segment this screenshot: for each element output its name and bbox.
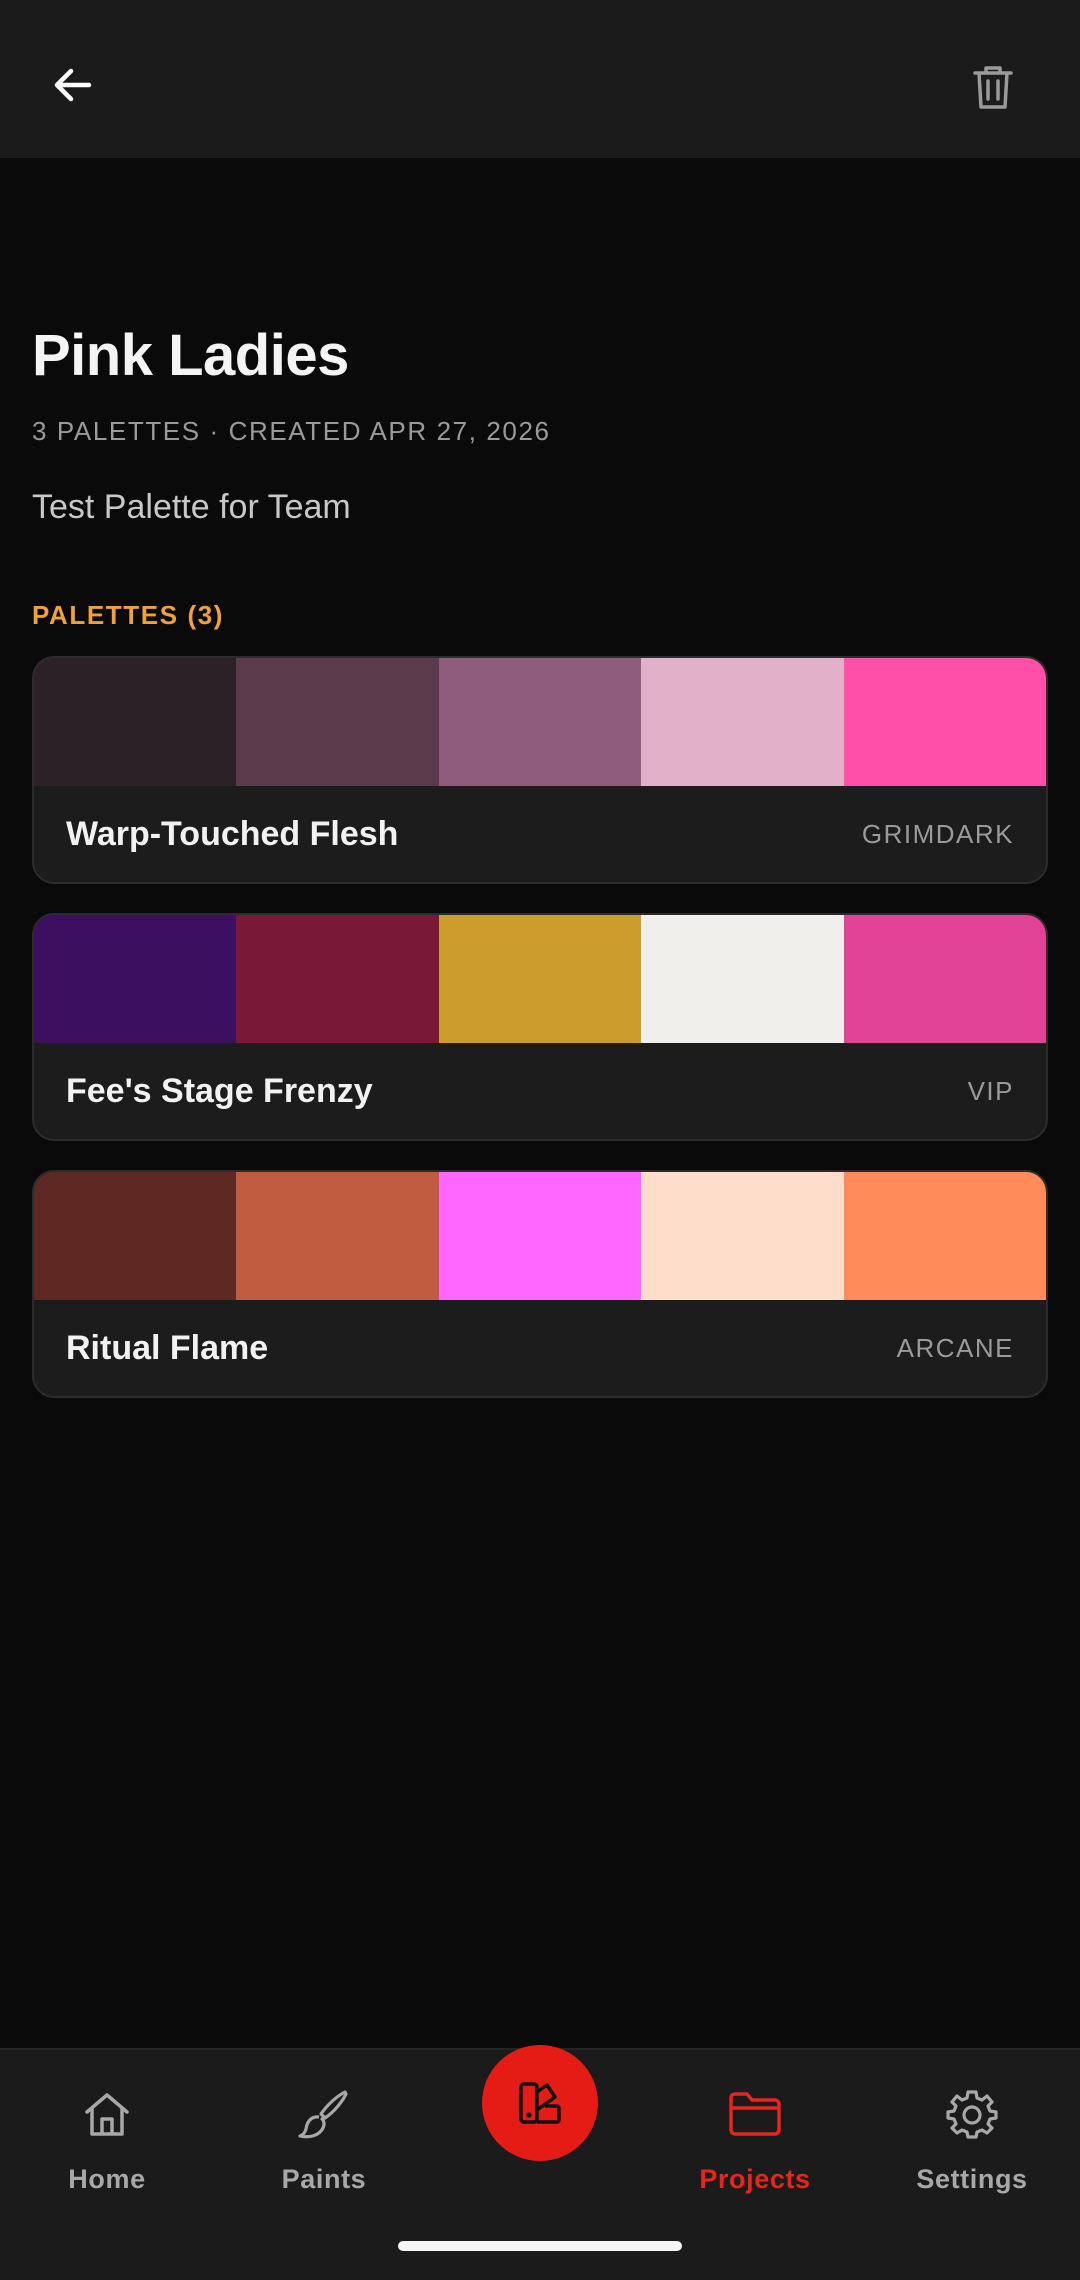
palette-card[interactable]: Ritual Flame ARCANE — [32, 1170, 1048, 1398]
palette-tag: GRIMDARK — [861, 818, 1014, 849]
color-swatch — [438, 1172, 642, 1300]
palette-card[interactable]: Warp-Touched Flesh GRIMDARK — [32, 656, 1048, 884]
palette-card-footer: Ritual Flame ARCANE — [34, 1300, 1046, 1396]
palette-list: Warp-Touched Flesh GRIMDARK Fee's Stage … — [32, 656, 1048, 1427]
nav-item-projects[interactable]: Projects — [655, 2086, 855, 2226]
palette-card[interactable]: Fee's Stage Frenzy VIP — [32, 913, 1048, 1141]
color-swatch — [34, 1172, 237, 1300]
color-swatch — [34, 915, 237, 1043]
project-description: Test Palette for Team — [32, 488, 351, 526]
palette-tag: ARCANE — [896, 1332, 1014, 1363]
home-indicator — [398, 2241, 682, 2251]
color-swatch — [438, 658, 642, 786]
palette-name: Ritual Flame — [66, 1328, 269, 1367]
nav-label: Settings — [916, 2164, 1028, 2194]
color-swatch — [641, 1172, 844, 1300]
color-swatch — [843, 1172, 1046, 1300]
nav-label: Projects — [699, 2164, 811, 2194]
home-icon — [79, 2086, 135, 2142]
project-meta: 3 PALETTES · CREATED APR 27, 2026 — [32, 416, 551, 446]
page-title: Pink Ladies — [32, 323, 349, 388]
nav-item-paints[interactable]: Paints — [224, 2086, 424, 2226]
color-swatch — [641, 658, 844, 786]
color-swatch — [843, 915, 1046, 1043]
color-swatch — [843, 658, 1046, 786]
palette-tag: VIP — [967, 1075, 1014, 1106]
delete-project-button[interactable] — [958, 52, 1028, 122]
palettes-section-label: PALETTES (3) — [32, 600, 225, 630]
color-swatch — [236, 1172, 439, 1300]
palette-swatches — [34, 1172, 1046, 1300]
new-palette-fab[interactable] — [482, 2045, 598, 2161]
color-swatch — [438, 915, 642, 1043]
color-swatch — [236, 915, 439, 1043]
palette-swatch-icon — [519, 2082, 561, 2124]
color-swatch — [641, 915, 844, 1043]
color-swatch — [34, 658, 237, 786]
nav-item-home[interactable]: Home — [7, 2086, 207, 2226]
nav-label: Home — [68, 2164, 146, 2194]
folder-icon — [727, 2086, 783, 2142]
nav-label: Paints — [281, 2164, 367, 2194]
palette-card-footer: Fee's Stage Frenzy VIP — [34, 1043, 1046, 1139]
color-swatch — [236, 658, 439, 786]
brush-icon — [296, 2086, 352, 2142]
arrow-left-icon — [54, 68, 92, 102]
palette-name: Warp-Touched Flesh — [66, 814, 399, 853]
back-button[interactable] — [38, 50, 108, 120]
top-app-bar — [0, 0, 1080, 158]
gear-icon — [944, 2086, 1000, 2142]
palette-name: Fee's Stage Frenzy — [66, 1071, 373, 1110]
palette-swatches — [34, 658, 1046, 786]
palette-card-footer: Warp-Touched Flesh GRIMDARK — [34, 786, 1046, 882]
trash-icon — [973, 66, 1013, 109]
palette-swatches — [34, 915, 1046, 1043]
nav-item-settings[interactable]: Settings — [872, 2086, 1072, 2226]
